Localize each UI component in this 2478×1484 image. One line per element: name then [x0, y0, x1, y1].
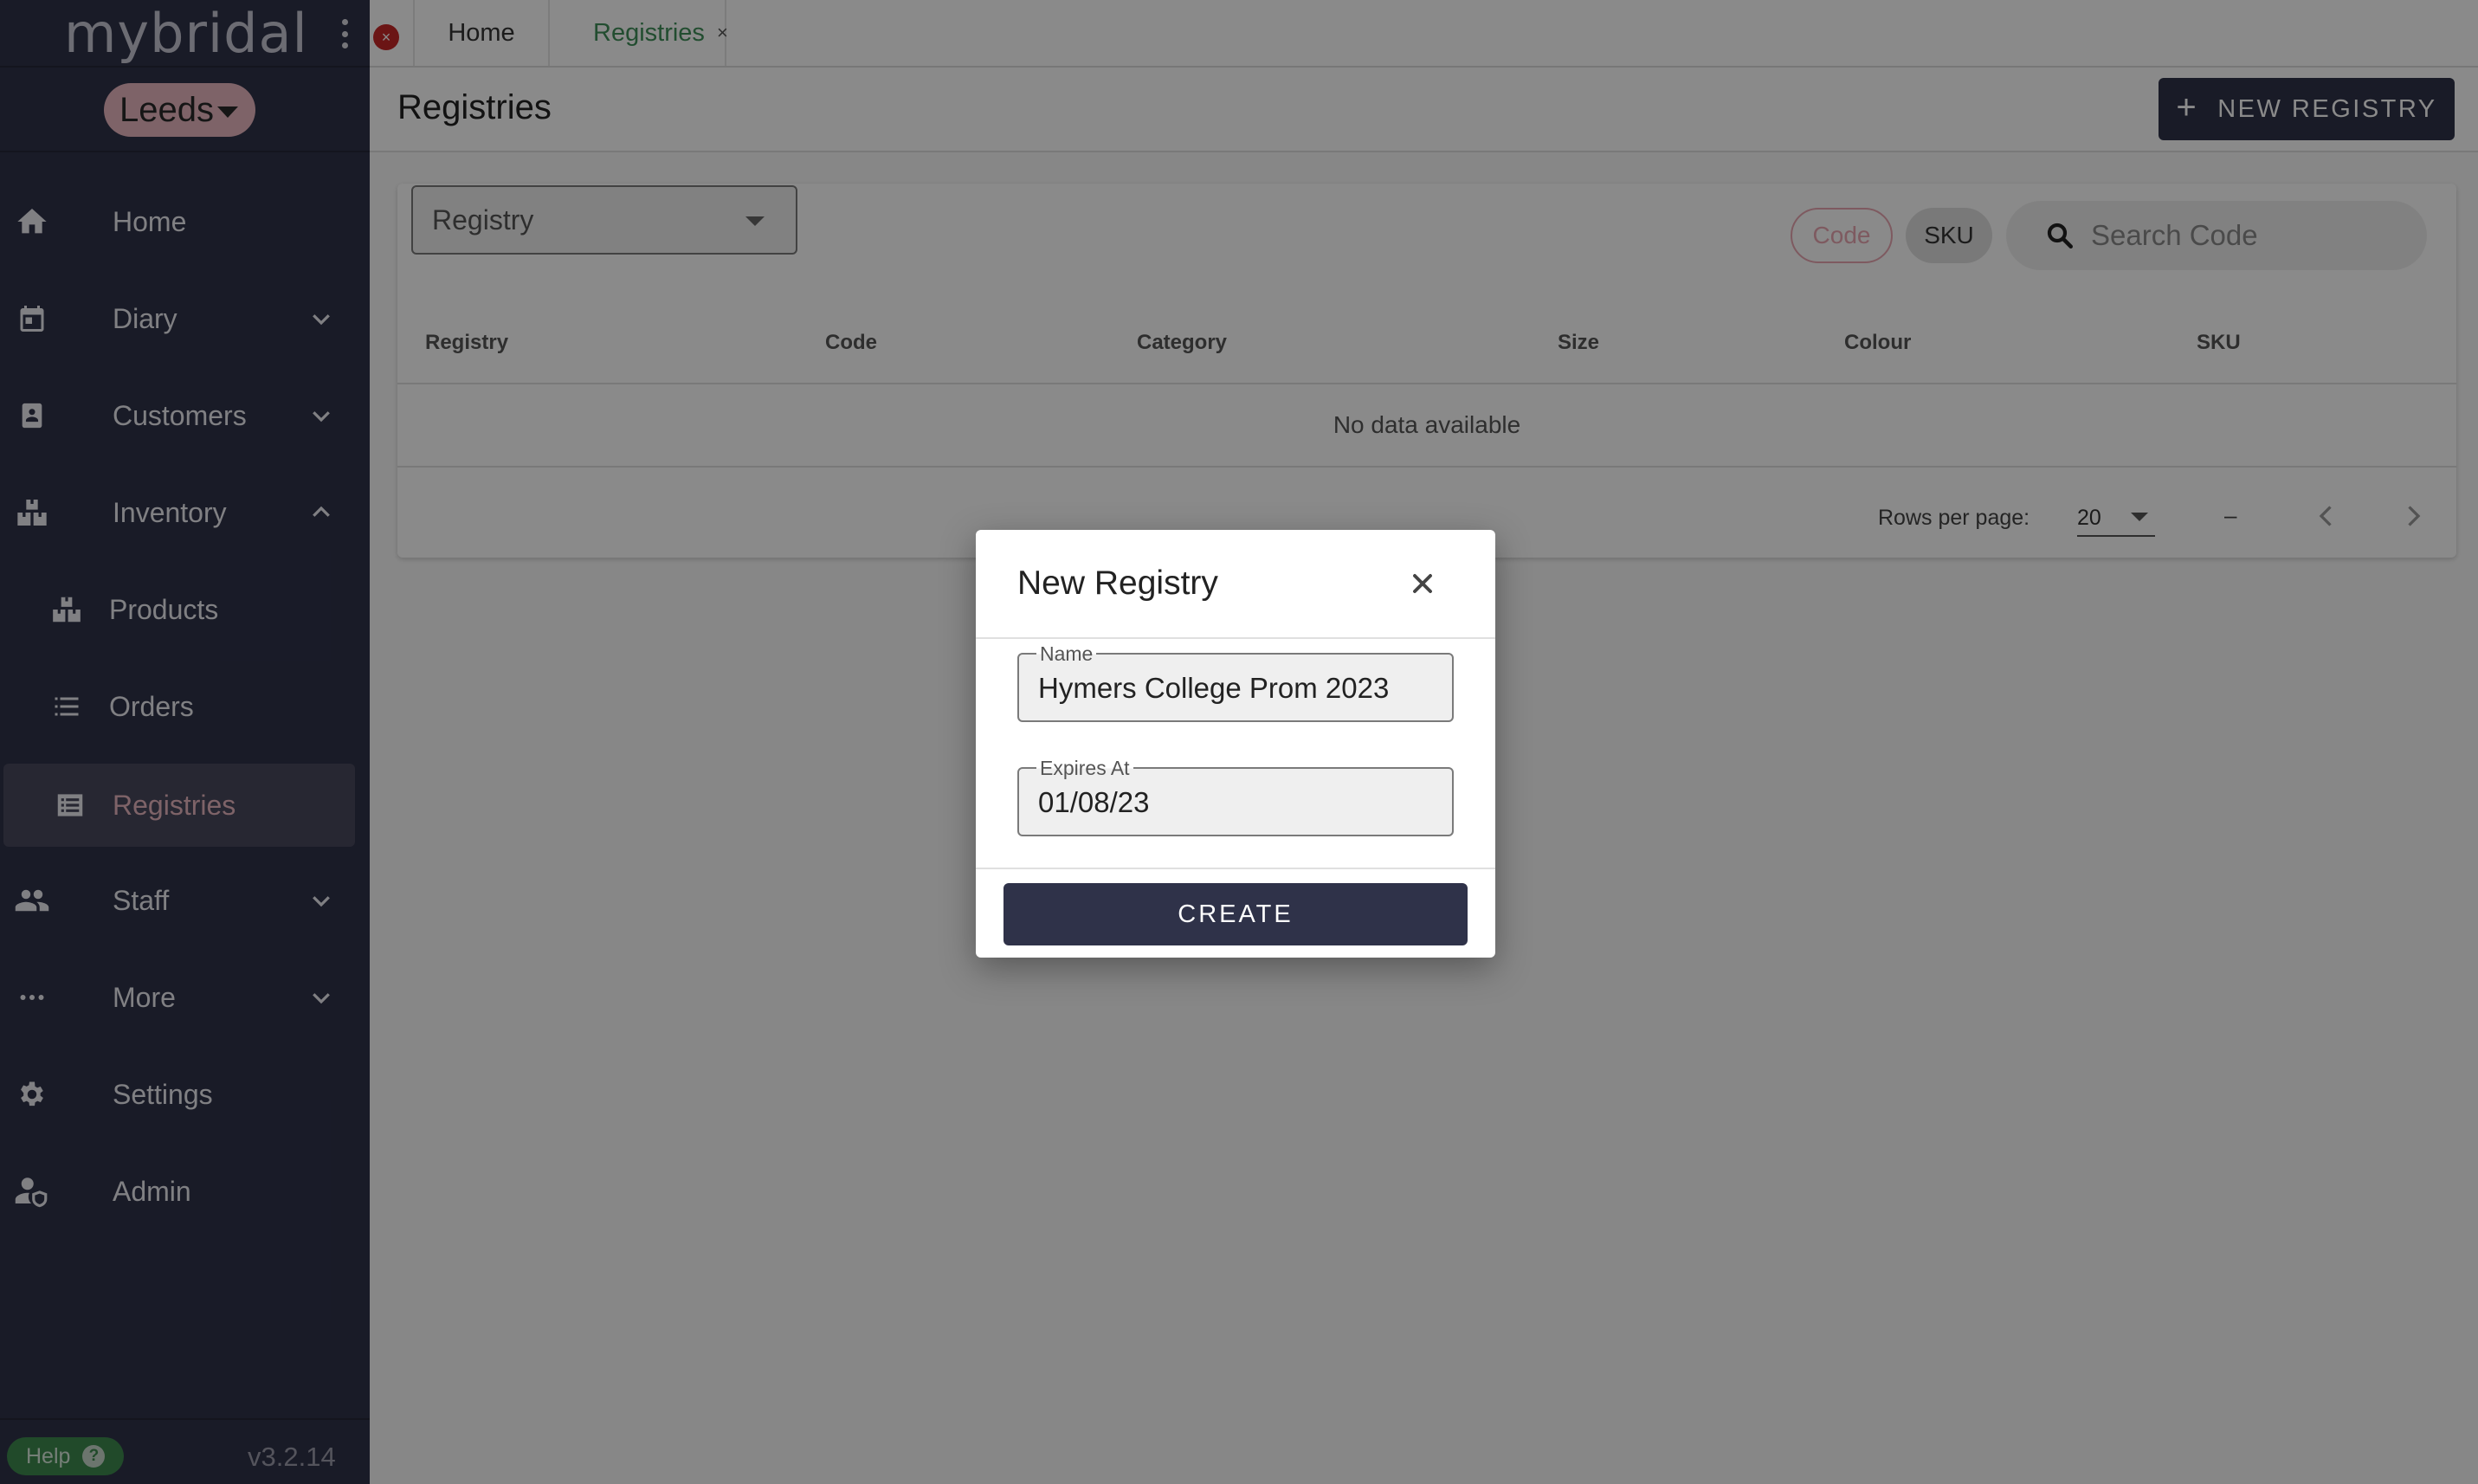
create-button[interactable]: CREATE: [1003, 883, 1468, 945]
dialog-divider: [976, 637, 1495, 639]
app-root: mybridal Leeds Home Diary Customers Inve…: [0, 0, 2478, 1484]
dialog-title: New Registry: [1017, 565, 1218, 602]
close-icon[interactable]: [1407, 568, 1438, 599]
expires-at-field-label: Expires At: [1036, 757, 1133, 780]
dialog-divider: [976, 868, 1495, 869]
expires-at-field[interactable]: Expires At 01/08/23: [1017, 757, 1454, 836]
new-registry-dialog: New Registry Name Hymers College Prom 20…: [976, 530, 1495, 958]
name-field-value: Hymers College Prom 2023: [1038, 672, 1390, 704]
name-field-label: Name: [1036, 642, 1097, 666]
name-field[interactable]: Name Hymers College Prom 2023: [1017, 642, 1454, 722]
expires-at-field-value: 01/08/23: [1038, 786, 1150, 818]
